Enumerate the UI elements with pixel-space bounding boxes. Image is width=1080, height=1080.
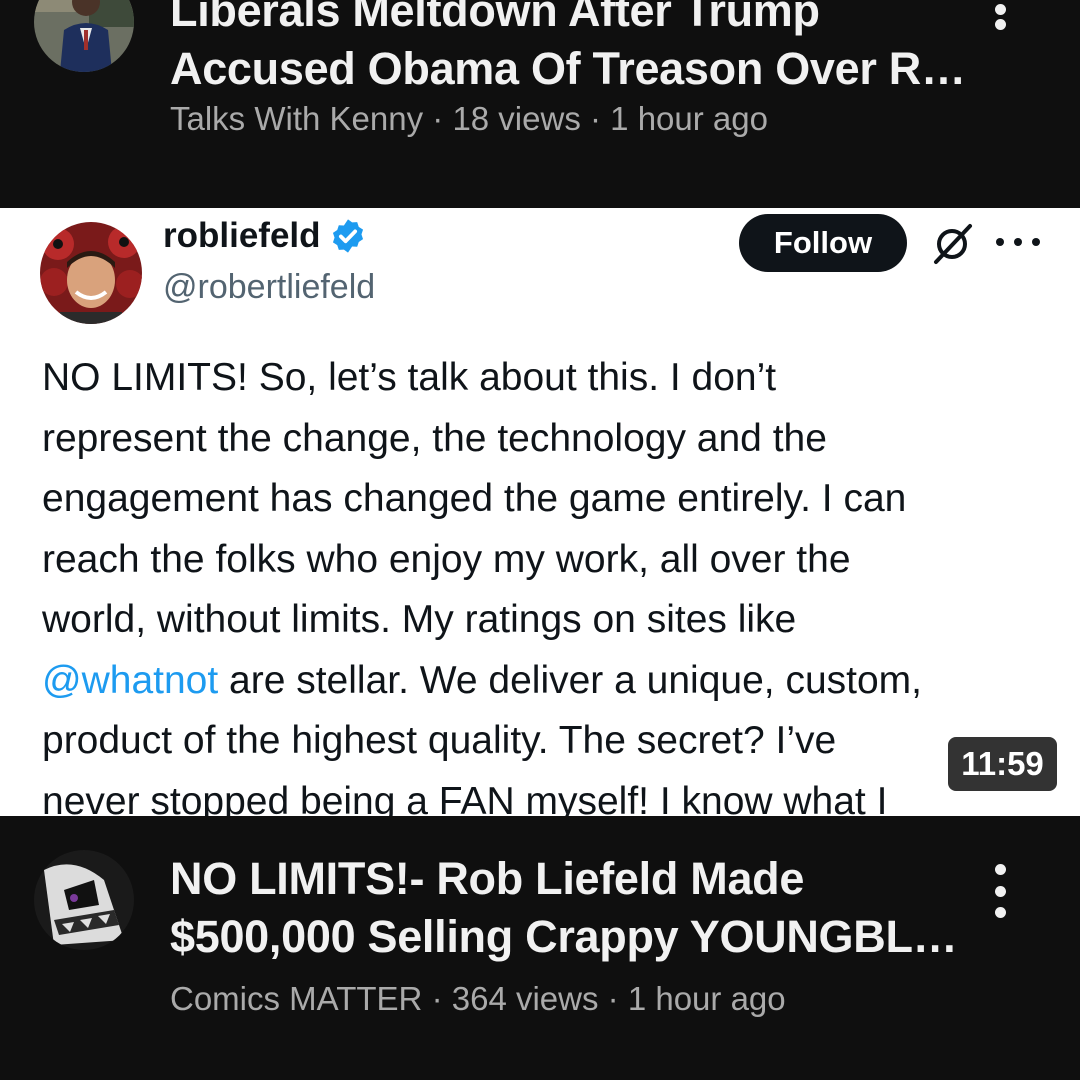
tweet-line-rest: are stellar. We deliver a unique, custom… — [218, 658, 922, 702]
video-title[interactable]: NO LIMITS!- Rob Liefeld Made $500,000 Se… — [170, 850, 970, 966]
separator: · — [431, 980, 443, 1017]
channel-avatar[interactable] — [34, 850, 134, 950]
more-options-icon[interactable] — [976, 0, 1024, 34]
tweet-line: world, without limits. My ratings on sit… — [42, 598, 797, 641]
upload-age: 1 hour ago — [610, 100, 768, 137]
verified-badge-icon — [332, 219, 363, 253]
tweet-body: NO LIMITS! So, let’s talk about this. I … — [42, 348, 1052, 816]
tweet-mention: @whatnot — [42, 658, 219, 702]
video-item-top[interactable]: Liberals Meltdown After Trump Accused Ob… — [0, 0, 1080, 208]
video-title-line: Liberals Meltdown After Trump — [170, 0, 820, 36]
channel-avatar[interactable] — [34, 0, 134, 72]
display-name-text: robliefeld — [163, 216, 321, 255]
tweet-line: reach the folks who enjoy my work, all o… — [42, 537, 851, 581]
video-thumbnail[interactable]: robliefeld @robertliefeld Follow NO LIMI… — [0, 208, 1080, 816]
video-title[interactable]: Liberals Meltdown After Trump Accused Ob… — [170, 0, 970, 98]
tweet-line: represent the change, the technology and… — [42, 416, 827, 460]
more-options-icon[interactable] — [976, 860, 1024, 922]
tweet-handle: @robertliefeld — [163, 268, 376, 306]
view-count: 18 views — [452, 100, 581, 137]
video-title-line: NO LIMITS!- Rob Liefeld Made — [170, 853, 805, 904]
video-item-bottom[interactable]: NO LIMITS!- Rob Liefeld Made $500,000 Se… — [0, 816, 1080, 1080]
tweet-line: product of the highest quality. The secr… — [42, 719, 837, 762]
tweet-more-icon — [996, 232, 1040, 252]
video-metadata: Talks With Kenny · 18 views · 1 hour ago — [170, 100, 768, 138]
tweet-line: NO LIMITS! So, let’s talk about this. I … — [42, 356, 777, 399]
grok-icon — [934, 224, 972, 264]
youtube-feed: Liberals Meltdown After Trump Accused Ob… — [0, 0, 1080, 1080]
separator: · — [432, 100, 444, 137]
separator: · — [607, 980, 619, 1017]
separator: · — [590, 100, 601, 137]
video-title-line: Accused Obama Of Treason Over Ru... — [170, 43, 970, 94]
tweet-line-with-mention: @whatnot are stellar. We deliver a uniqu… — [42, 651, 1052, 712]
upload-age: 1 hour ago — [627, 980, 786, 1017]
channel-name[interactable]: Comics MATTER — [170, 980, 422, 1017]
video-title-line: $500,000 Selling Crappy YOUNGBLO... — [170, 911, 970, 962]
tweet-line: never stopped being a FAN myself! I know… — [42, 779, 888, 817]
follow-button: Follow — [739, 214, 907, 272]
tweet-avatar — [40, 222, 142, 324]
video-duration-badge: 11:59 — [948, 737, 1057, 791]
video-metadata: Comics MATTER · 364 views · 1 hour ago — [170, 980, 786, 1018]
tweet-line: engagement has changed the game entirely… — [42, 477, 907, 520]
tweet-display-name: robliefeld — [163, 216, 367, 256]
channel-name[interactable]: Talks With Kenny — [170, 100, 423, 137]
view-count: 364 views — [451, 980, 599, 1017]
